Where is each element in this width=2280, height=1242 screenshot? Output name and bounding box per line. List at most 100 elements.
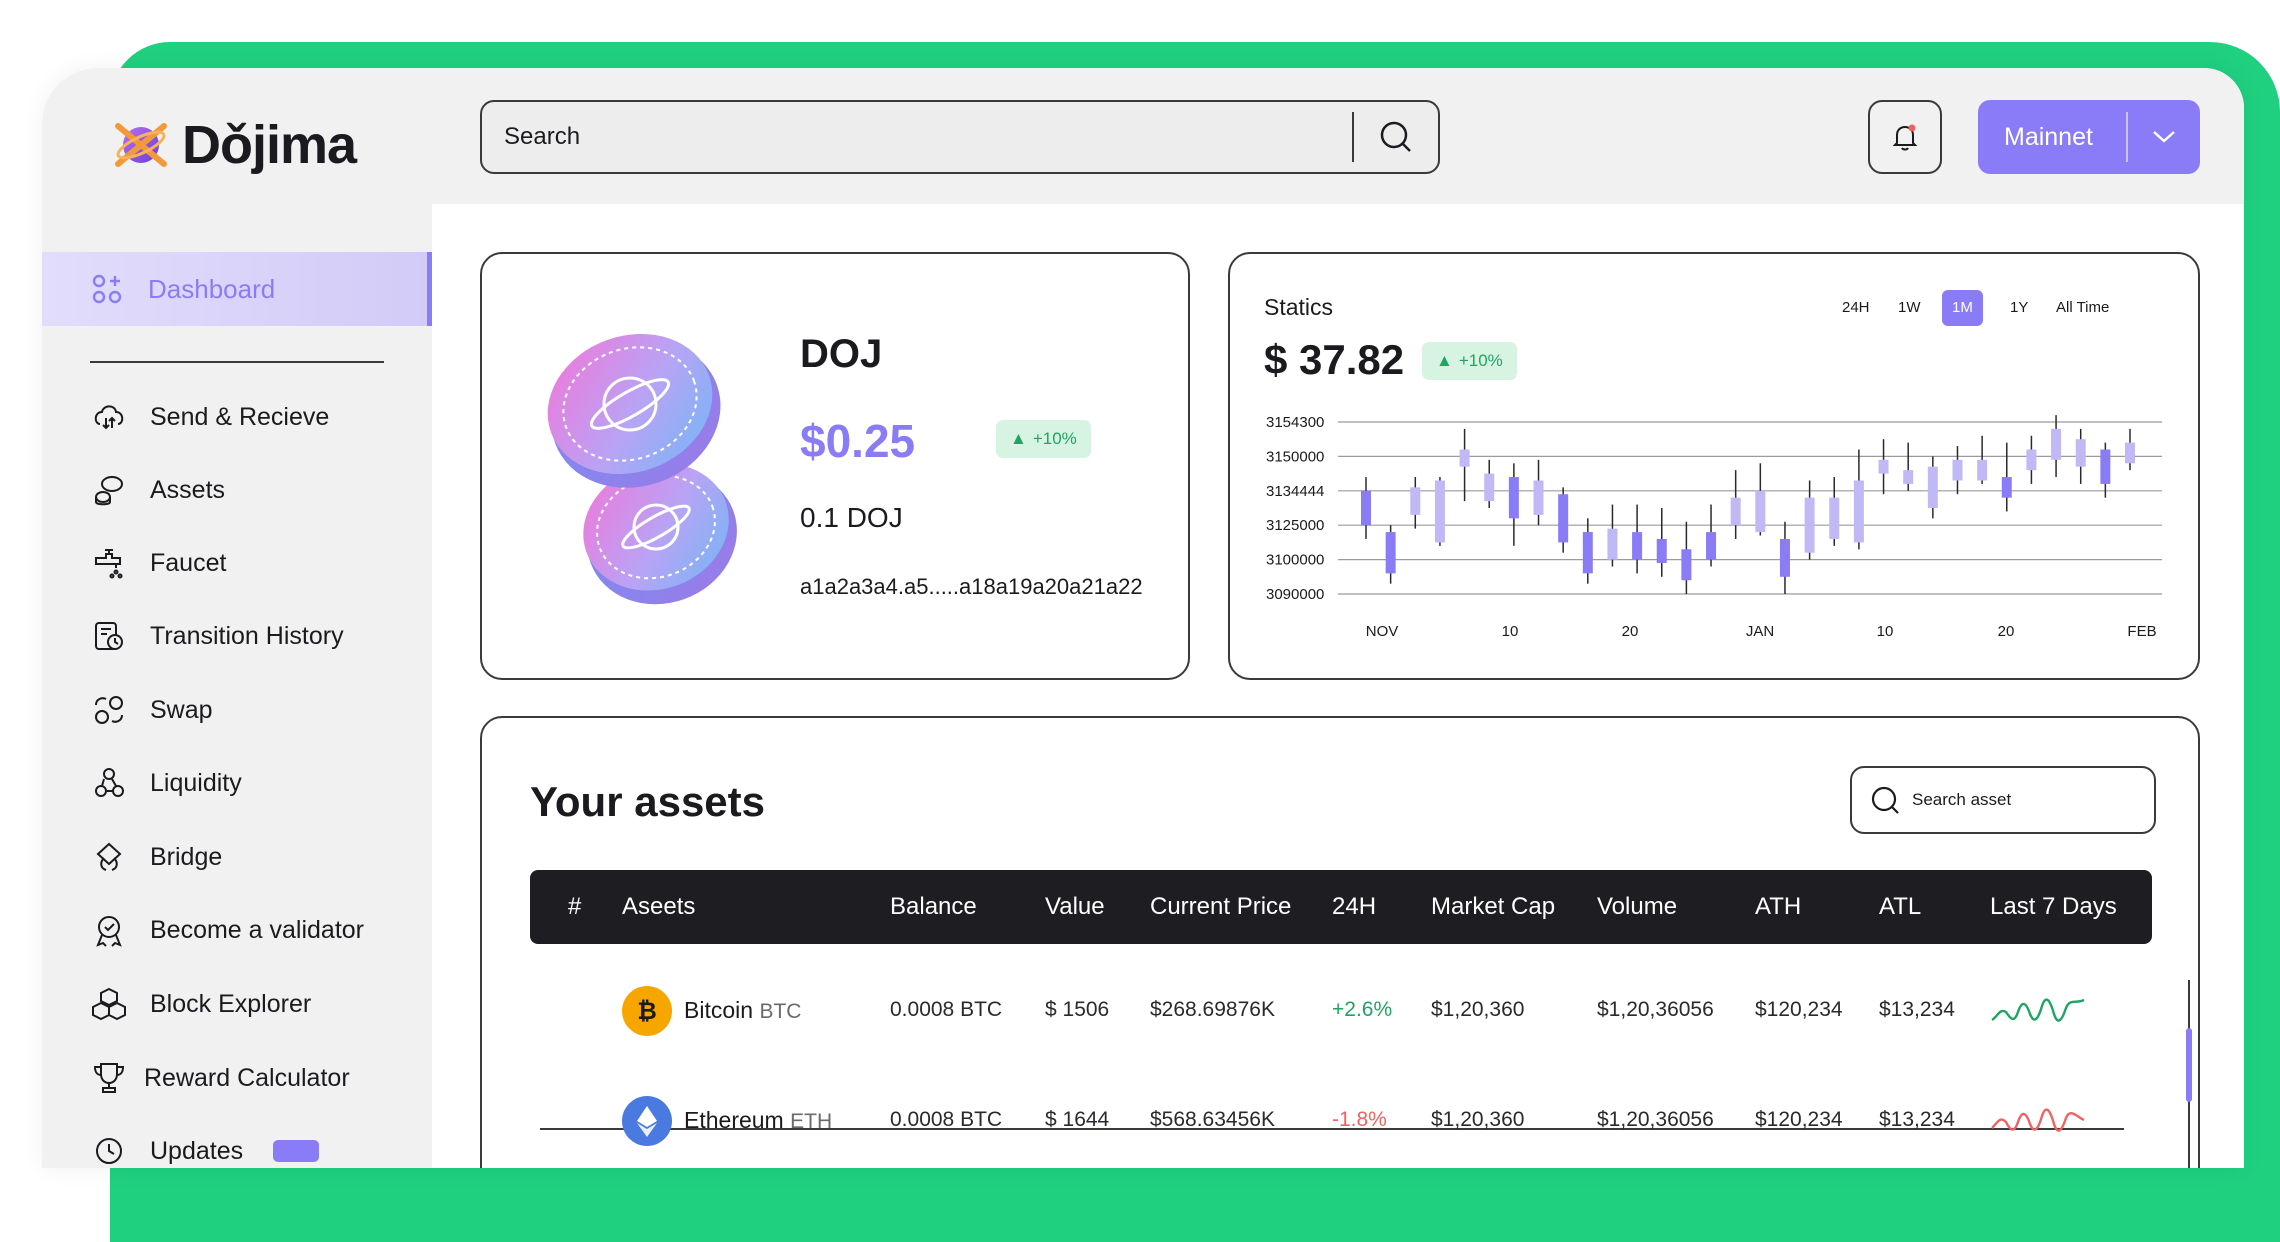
sidebar-item-reward-calculator[interactable]: Reward Calculator (90, 1053, 350, 1103)
x-tick-label: JAN (1746, 623, 1774, 640)
candle-body[interactable] (1385, 532, 1396, 574)
sidebar-item-dashboard[interactable]: Dashboard (42, 252, 432, 326)
sidebar-item-send-receive[interactable]: Send & Recieve (90, 392, 329, 442)
search-bar[interactable]: Search (480, 100, 1440, 174)
candle-body[interactable] (1829, 497, 1840, 539)
assets-card: Your assets Search asset # Aseets Balanc… (480, 716, 2200, 1168)
col-index: # (568, 893, 582, 920)
col-24h[interactable]: 24H (1332, 870, 1376, 944)
dashboard-grid-icon (92, 274, 122, 304)
sidebar-item-bridge[interactable]: Bridge (90, 832, 222, 882)
candle-body[interactable] (1730, 497, 1741, 526)
candle-body[interactable] (1410, 487, 1421, 515)
token-amount: 0.1 DOJ (800, 502, 903, 533)
candle-body[interactable] (1508, 477, 1519, 519)
sidebar-item-liquidity[interactable]: Liquidity (90, 758, 242, 808)
candle-body[interactable] (2051, 428, 2062, 460)
sidebar-item-assets[interactable]: Assets (90, 465, 225, 515)
candle-body[interactable] (1927, 466, 1938, 508)
candle-body[interactable] (1755, 490, 1766, 533)
sidebar-item-label: Liquidity (150, 768, 242, 797)
sidebar-item-label: Reward Calculator (144, 1063, 350, 1092)
candle-body[interactable] (1558, 494, 1569, 543)
candle-body[interactable] (1903, 470, 1914, 484)
candle-body[interactable] (2100, 449, 2111, 484)
search-button[interactable] (1354, 100, 1438, 174)
logo[interactable]: Dǒjima (112, 114, 357, 176)
candle-body[interactable] (2125, 442, 2135, 464)
x-tick-label: FEB (2127, 623, 2156, 640)
candle-body[interactable] (2075, 439, 2086, 467)
candle-body[interactable] (1977, 459, 1988, 481)
sidebar-item-label: Dashboard (148, 273, 276, 304)
candle-body[interactable] (1681, 549, 1692, 581)
assets-table-header: # Aseets Balance Value Current Price 24H… (530, 870, 2152, 944)
sidebar-item-label: Assets (150, 475, 226, 504)
new-badge (273, 1140, 320, 1162)
stats-card: Statics $ 37.82 ▲ +10% 24H 1W 1M 1Y All … (1228, 252, 2200, 680)
col-current-price[interactable]: Current Price (1150, 870, 1291, 944)
search-icon (1380, 121, 1411, 152)
candle-body[interactable] (1459, 449, 1470, 467)
col-assets[interactable]: Aseets (622, 870, 695, 944)
sidebar-item-swap[interactable]: Swap (90, 685, 213, 735)
sparkline-down (1991, 1108, 2085, 1132)
candle-body[interactable] (1853, 480, 1864, 543)
asset-balance: 0.0008 BTC (890, 998, 1003, 1021)
col-volume[interactable]: Volume (1597, 870, 1677, 944)
candle-body[interactable] (1434, 480, 1445, 543)
candle-body[interactable] (1779, 538, 1790, 577)
x-tick-label: 20 (1622, 623, 1639, 640)
asset-search-input[interactable]: Search asset (1912, 790, 2011, 810)
asset-search-field[interactable]: Search asset (1850, 766, 2156, 834)
swap-icon (90, 691, 128, 729)
sidebar-item-history[interactable]: Transition History (90, 611, 344, 661)
col-atl[interactable]: ATL (1879, 870, 1921, 944)
sidebar-item-validator[interactable]: Become a validator (90, 905, 364, 955)
network-selector[interactable]: Mainnet (1978, 100, 2200, 174)
candle-body[interactable] (1533, 480, 1544, 515)
col-ath[interactable]: ATH (1755, 870, 1801, 944)
candle-body[interactable] (1607, 528, 1618, 560)
candle-body[interactable] (2001, 477, 2012, 498)
col-balance[interactable]: Balance (890, 870, 977, 944)
candle-body[interactable] (1804, 497, 1815, 553)
chevron-down-icon[interactable] (2128, 129, 2200, 145)
bitcoin-icon: ₿ (622, 986, 672, 1036)
sidebar-divider (90, 361, 384, 363)
candle-body[interactable] (1632, 532, 1643, 560)
col-market-cap[interactable]: Market Cap (1431, 870, 1555, 944)
sidebar-item-faucet[interactable]: Faucet (90, 538, 226, 588)
asset-volume: $1,20,36056 (1597, 998, 1714, 1021)
table-scrollbar-thumb[interactable] (2186, 1028, 2192, 1102)
search-input[interactable]: Search (482, 123, 1352, 151)
candle-body[interactable] (1582, 532, 1593, 574)
candle-body[interactable] (1361, 490, 1371, 526)
x-tick-label: 10 (1502, 623, 1519, 640)
col-last-7-days[interactable]: Last 7 Days (1990, 870, 2117, 944)
candle-body[interactable] (1706, 532, 1717, 560)
network-label: Mainnet (2004, 122, 2093, 151)
faucet-icon (90, 544, 128, 582)
candle-body[interactable] (1656, 538, 1667, 564)
x-tick-label: 20 (1998, 623, 2015, 640)
sidebar-item-updates[interactable]: Updates (90, 1126, 320, 1168)
sidebar-item-block-explorer[interactable]: Block Explorer (90, 979, 311, 1029)
updates-icon (90, 1132, 128, 1168)
y-tick-label: 3134444 (1266, 483, 1324, 500)
asset-atl: $13,234 (1879, 998, 1955, 1021)
asset-name: Bitcoin BTC (684, 997, 802, 1023)
col-value[interactable]: Value (1045, 870, 1105, 944)
trophy-icon (90, 1059, 128, 1097)
candle-body[interactable] (1952, 459, 1963, 481)
token-change-value: +10% (1032, 429, 1077, 448)
candle-body[interactable] (1878, 459, 1889, 474)
table-row[interactable]: Ethereum ETH 0.0008 BTC $ 1644 $568.6345… (530, 1070, 2152, 1168)
table-row[interactable]: ₿ Bitcoin BTC 0.0008 BTC $ 1506 $268.698… (530, 960, 2152, 1060)
notifications-button[interactable] (1868, 100, 1942, 174)
y-tick-label: 3125000 (1266, 517, 1324, 534)
token-address[interactable]: a1a2a3a4.a5.....a18a19a20a21a22 (800, 574, 1143, 600)
candle-body[interactable] (2026, 449, 2037, 471)
candle-body[interactable] (1484, 473, 1495, 502)
asset-atl: $13,234 (1879, 1108, 1955, 1131)
